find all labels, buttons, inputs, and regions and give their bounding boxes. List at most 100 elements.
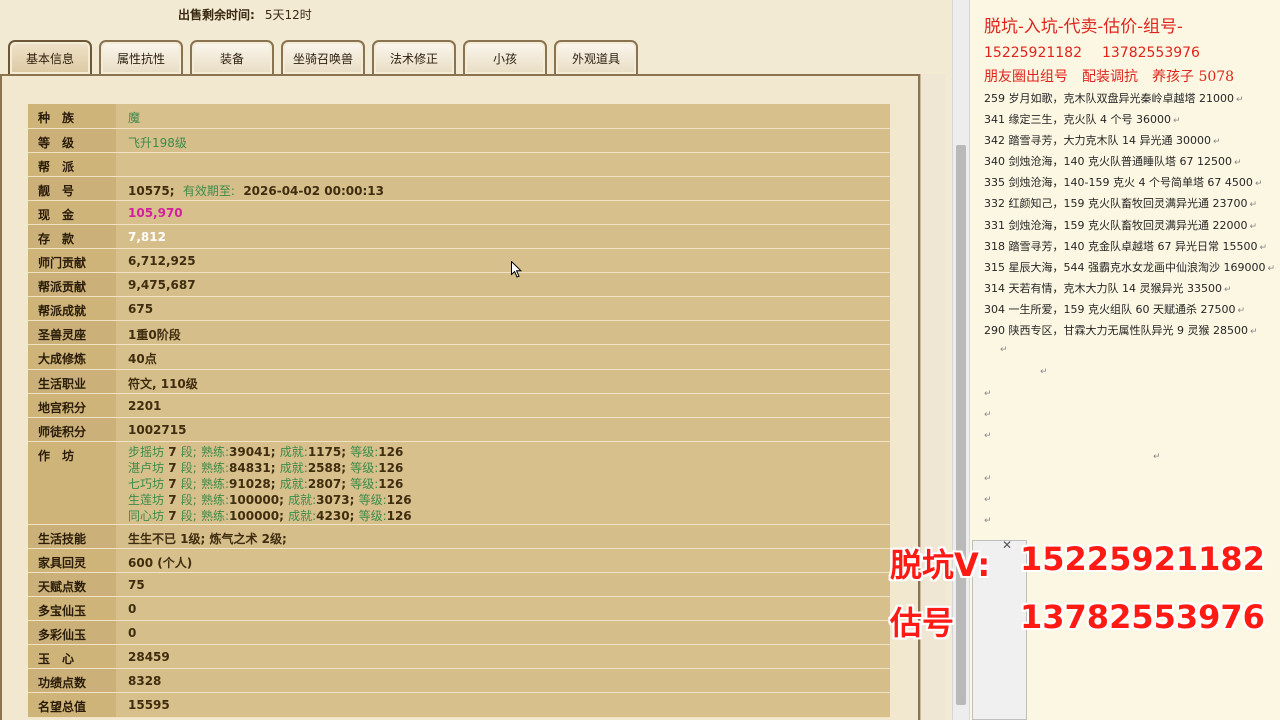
- table-row: 现 金 105,970: [28, 200, 890, 225]
- beast-seat-label: 圣兽灵座: [28, 320, 116, 346]
- list-item: 304 一生所爱，159 克火组队 60 天赋通杀 27500 ↵: [984, 302, 1246, 316]
- apprentice-points-label: 师徒积分: [28, 417, 116, 442]
- deposit-label: 存 款: [28, 224, 116, 250]
- list-item: 335 剑烛沧海，140-159 克火 4 个号简单塔 67 4500 ↵: [984, 176, 1263, 190]
- table-row: 种 族 魔: [28, 104, 890, 129]
- table-row: 靓 号 10575; 有效期至: 2026-04-02 00:00:13: [28, 176, 890, 201]
- table-row: 师门贡献 6,712,925: [28, 248, 890, 274]
- home-spirit-value: 600 (个人): [116, 548, 890, 574]
- table-row: 作 坊 步摇坊 7 段; 熟练:39041; 成就:1175; 等级:126 湛…: [28, 441, 890, 525]
- overlay-contact-value-2: 13782553976: [1020, 598, 1265, 636]
- notes-phone-2: 13782553976: [1101, 45, 1200, 61]
- table-row: 大成修炼 40点: [28, 344, 890, 370]
- fame-total-label: 名望总值: [28, 692, 116, 718]
- multi-treasure-jade-label: 多宝仙玉: [28, 596, 116, 622]
- faction-achieve-value: 675: [116, 296, 890, 322]
- list-item: 332 红颜知己，159 克火队畜牧回灵满异光通 23700 ↵: [984, 197, 1258, 211]
- cash-value: 105,970: [116, 200, 890, 225]
- multi-color-jade-value: 0: [116, 620, 890, 646]
- table-row: 圣兽灵座 1重0阶段: [28, 320, 890, 346]
- workshop-value: 步摇坊 7 段; 熟练:39041; 成就:1175; 等级:126 湛卢坊 7…: [116, 441, 890, 525]
- race-label: 种 族: [28, 104, 116, 129]
- faction-achieve-label: 帮派成就: [28, 296, 116, 322]
- return-mark-icon: ↵: [984, 431, 992, 441]
- table-row: 多彩仙玉 0: [28, 620, 890, 646]
- list-item: 290 陕西专区，甘霖大力无属性队异光 9 灵猴 28500 ↵: [984, 324, 1258, 338]
- table-row: 师徒积分 1002715: [28, 417, 890, 442]
- return-mark-icon: ↵: [984, 516, 992, 526]
- cash-label: 现 金: [28, 200, 116, 225]
- table-row: 等 级 飞升198级: [28, 128, 890, 153]
- list-item: 331 剑烛沧海，159 克火队畜牧回灵满异光通 22000 ↵: [984, 218, 1258, 232]
- page-scrollbar-thumb[interactable]: [956, 145, 966, 705]
- multi-treasure-jade-value: 0: [116, 596, 890, 622]
- notes-title: 脱坑-入坑-代卖-估价-组号-: [984, 17, 1183, 37]
- workshop-line: 七巧坊 7 段; 熟练:91028; 成就:2807; 等级:126: [128, 476, 404, 491]
- table-row: 多宝仙玉 0: [28, 596, 890, 622]
- race-value: 魔: [116, 104, 890, 129]
- table-row: 地宫积分 2201: [28, 393, 890, 418]
- basic-info-table: 种 族 魔 等 级 飞升198级 帮 派 靓 号 10575; 有效期至: 20…: [28, 104, 890, 718]
- game-account-panel: 出售剩余时间: 5天12时 基本信息 属性抗性 装备 坐骑召唤兽 法术修正 小孩 …: [0, 0, 948, 720]
- tab-spell-modifiers[interactable]: 法术修正: [372, 40, 456, 74]
- table-row: 家具回灵 600 (个人): [28, 548, 890, 574]
- faction-contrib-label: 帮派贡献: [28, 272, 116, 298]
- table-row: 帮 派: [28, 152, 890, 177]
- table-row: 功绩点数 8328: [28, 668, 890, 694]
- notes-subtitle: 朋友圈出组号 配装调抗 养孩子 5078: [984, 69, 1235, 85]
- dungeon-points-label: 地宫积分: [28, 393, 116, 418]
- jade-heart-value: 28459: [116, 644, 890, 670]
- tab-attributes-resistance[interactable]: 属性抗性: [99, 40, 183, 74]
- faction-label: 帮 派: [28, 152, 116, 177]
- list-item: 318 踏雪寻芳，140 克金队卓越塔 67 异光日常 15500 ↵: [984, 239, 1268, 253]
- profession-value: 符文, 110级: [116, 369, 890, 394]
- tab-basic-info[interactable]: 基本信息: [8, 40, 92, 74]
- expire-label: 有效期至:: [182, 183, 235, 198]
- sale-time-label: 出售剩余时间:: [178, 8, 255, 22]
- workshop-line: 同心坊 7 段; 熟练:100000; 成就:4230; 等级:126: [128, 508, 412, 523]
- list-item: 340 剑烛沧海，140 克火队普通睡队塔 67 12500 ↵: [984, 155, 1242, 169]
- cultivation-value: 40点: [116, 344, 890, 370]
- table-row: 帮派成就 675: [28, 296, 890, 322]
- return-mark-icon: ↵: [984, 495, 992, 505]
- faction-contrib-value: 9,475,687: [116, 272, 890, 298]
- workshop-line: 湛卢坊 7 段; 熟练:84831; 成就:2588; 等级:126: [128, 460, 404, 475]
- table-row: 玉 心 28459: [28, 644, 890, 670]
- talent-points-value: 75: [116, 572, 890, 598]
- table-row: 存 款 7,812: [28, 224, 890, 250]
- list-item: 341 缘定三生，克火队 4 个号 36000 ↵: [984, 113, 1181, 127]
- tab-children[interactable]: 小孩: [463, 40, 547, 74]
- home-spirit-label: 家具回灵: [28, 548, 116, 574]
- list-item: 342 踏雪寻芳，大力克木队 14 异光通 30000 ↵: [984, 134, 1221, 148]
- pretty-id-value: 10575; 有效期至: 2026-04-02 00:00:13: [116, 176, 890, 201]
- return-mark-icon: ↵: [1153, 452, 1161, 462]
- mouse-pointer-icon: [511, 261, 522, 278]
- tab-mounts-pets[interactable]: 坐骑召唤兽: [281, 40, 365, 74]
- sale-time-remaining: 出售剩余时间: 5天12时: [178, 6, 312, 23]
- tab-equipment[interactable]: 装备: [190, 40, 274, 74]
- fame-total-value: 15595: [116, 692, 890, 718]
- return-mark-icon: ↵: [1040, 367, 1048, 377]
- return-mark-icon: ↵: [984, 389, 992, 399]
- table-row: 天赋点数 75: [28, 572, 890, 598]
- list-item: 259 岁月如歌，克木队双盘异光秦岭卓越塔 21000 ↵: [984, 92, 1244, 105]
- beast-seat-value: 1重0阶段: [116, 320, 890, 346]
- pretty-id-label: 靓 号: [28, 176, 116, 201]
- workshop-label: 作 坊: [28, 441, 116, 525]
- life-skill-value: 生生不已 1级; 炼气之术 2级;: [116, 524, 890, 549]
- list-item: 315 星辰大海，544 强霸克水女龙画中仙浪淘沙 169000 ↵: [984, 260, 1276, 274]
- return-mark-icon: ↵: [1000, 345, 1008, 355]
- notes-phone-1: 15225921182: [984, 45, 1082, 61]
- return-mark-icon: ↵: [984, 410, 992, 420]
- sale-time-value: 5天12时: [264, 8, 312, 22]
- close-icon[interactable]: ✕: [1002, 538, 1012, 552]
- profession-label: 生活职业: [28, 369, 116, 394]
- cultivation-label: 大成修炼: [28, 344, 116, 370]
- notes-phones: 15225921182 13782553976: [984, 45, 1200, 61]
- merit-points-label: 功绩点数: [28, 668, 116, 694]
- return-mark-icon: ↵: [984, 474, 992, 484]
- tab-appearance-items[interactable]: 外观道具: [554, 40, 638, 74]
- talent-points-label: 天赋点数: [28, 572, 116, 598]
- workshop-line: 步摇坊 7 段; 熟练:39041; 成就:1175; 等级:126: [128, 444, 404, 459]
- overlay-contact-value-1: 15225921182: [1020, 540, 1265, 578]
